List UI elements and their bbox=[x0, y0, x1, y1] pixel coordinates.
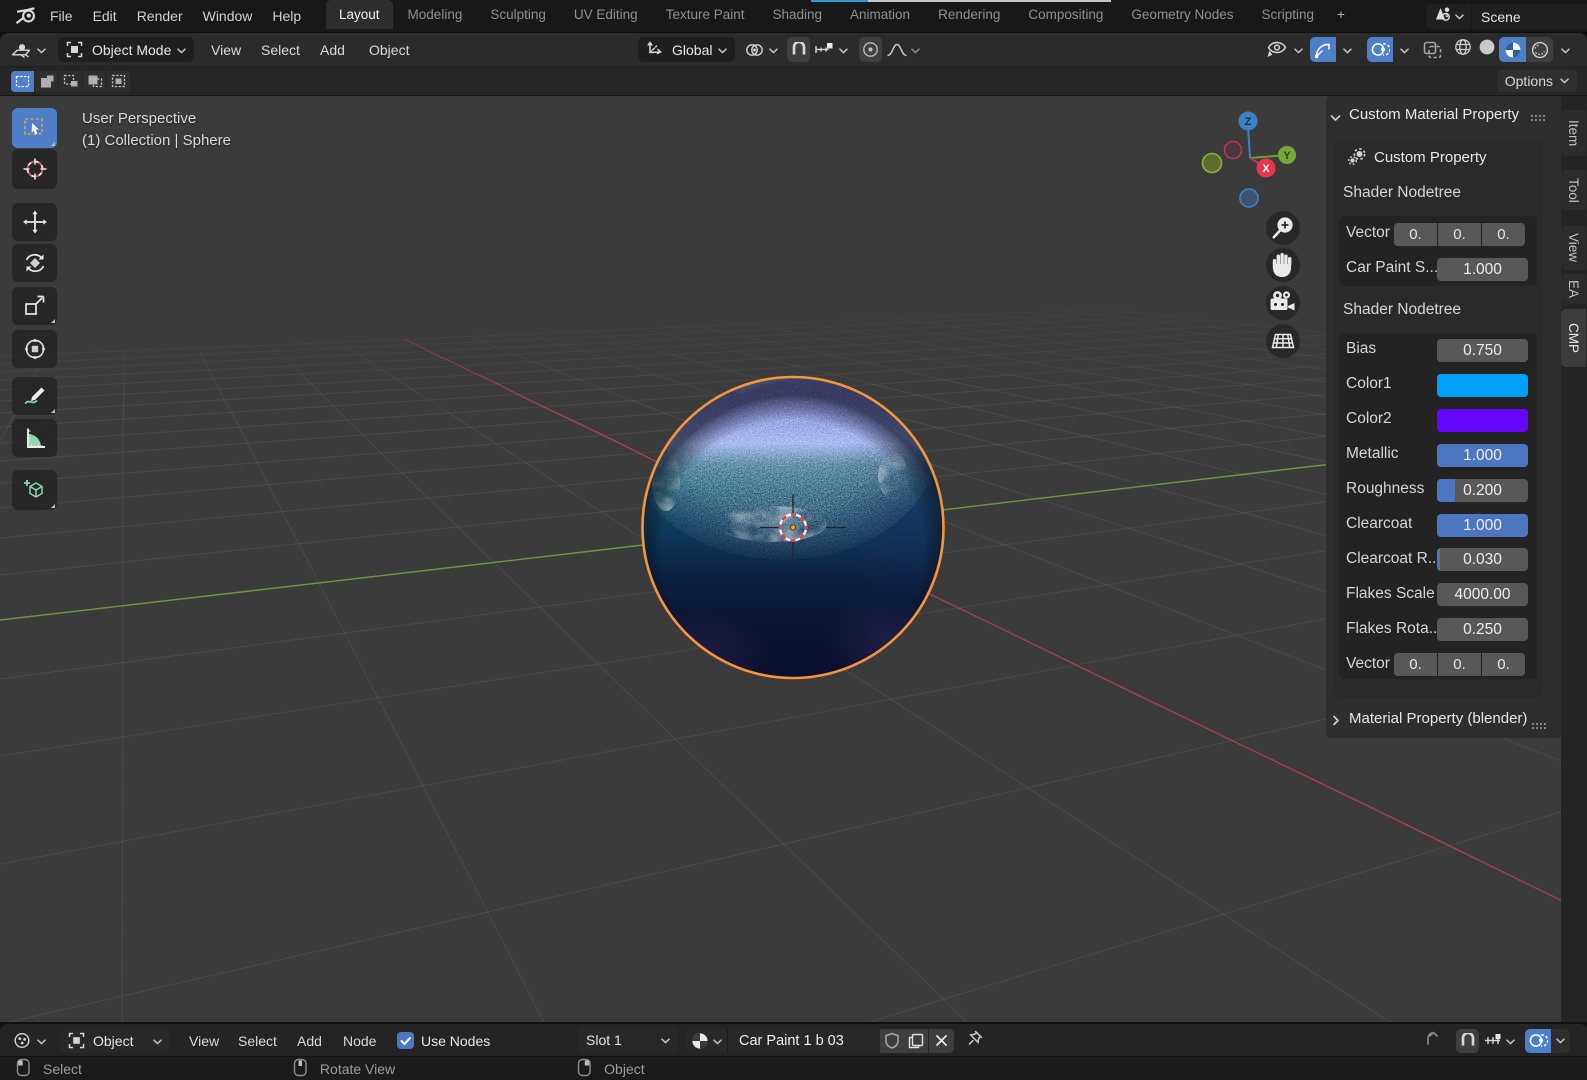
svg-text:Y: Y bbox=[1283, 150, 1291, 162]
svg-text:X: X bbox=[1262, 163, 1270, 175]
svg-text:Z: Z bbox=[1245, 116, 1252, 128]
